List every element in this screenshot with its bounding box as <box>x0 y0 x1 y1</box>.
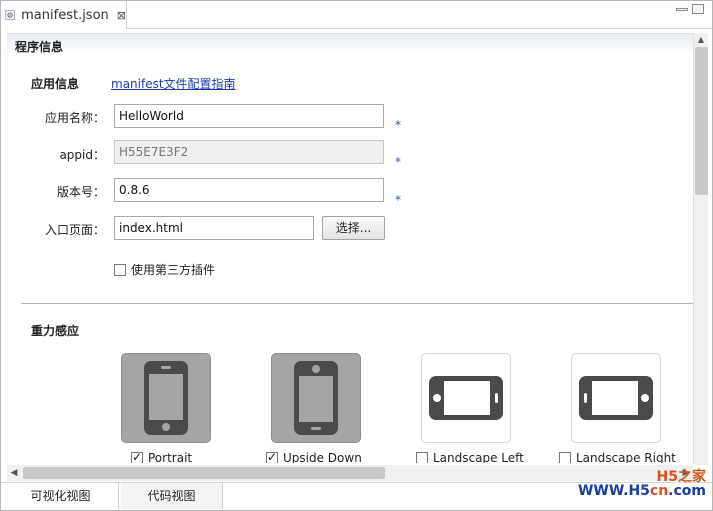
landscape-right-option[interactable]: Landscape Right <box>559 451 676 463</box>
upside-down-option[interactable]: Upside Down <box>266 450 362 463</box>
phone-landscape-left-icon <box>429 376 503 420</box>
plugin-checkbox-label: 使用第三方插件 <box>131 263 216 277</box>
manifest-file-tab[interactable]: manifest.json ⊠ <box>1 1 127 29</box>
watermark-title: H5之家 <box>656 469 706 485</box>
third-party-plugin-option[interactable]: 使用第三方插件 <box>114 261 215 278</box>
section-divider <box>21 303 693 304</box>
form-content: 程序信息 应用信息 manifest文件配置指南 应用名称： HelloWorl… <box>7 33 693 463</box>
watermark-url-cn: cn <box>649 483 669 499</box>
site-watermark: H5之家 WWW.H5cn.com <box>578 470 706 498</box>
upside-down-checkbox[interactable] <box>266 450 278 463</box>
portrait-label: Portrait <box>148 451 193 463</box>
horizontal-scroll-thumb[interactable] <box>23 467 385 479</box>
required-mark: * <box>395 193 401 207</box>
version-label: 版本号： <box>56 185 105 199</box>
landscape-right-label: Landscape Right <box>576 451 676 463</box>
scroll-left-icon[interactable]: ◀ <box>7 465 21 481</box>
landscape-left-checkbox[interactable] <box>416 452 428 463</box>
choose-file-button[interactable]: 选择... <box>322 216 385 240</box>
appid-label: appid： <box>59 148 105 162</box>
version-input[interactable]: 0.8.6 <box>114 178 384 202</box>
appid-input: H55E7E3F2 <box>114 140 384 164</box>
editor-tab-strip: manifest.json ⊠ <box>1 1 712 29</box>
portrait-checkbox[interactable] <box>131 450 143 463</box>
watermark-url-prefix: WWW.H5 <box>577 483 650 499</box>
app-info-label: 应用信息 <box>31 77 80 91</box>
window-controls <box>676 4 704 14</box>
tab-code-view[interactable]: 代码视图 <box>121 483 223 509</box>
portrait-tile[interactable] <box>121 353 211 443</box>
app-name-input[interactable]: HelloWorld <box>114 104 384 128</box>
landscape-left-label: Landscape Left <box>433 451 524 463</box>
tab-visual-view[interactable]: 可视化视图 <box>3 483 119 509</box>
file-tab-label: manifest.json <box>21 7 109 23</box>
required-mark: * <box>395 118 401 132</box>
landscape-right-checkbox[interactable] <box>559 452 571 463</box>
required-mark: * <box>395 155 401 169</box>
minimize-button[interactable] <box>676 8 688 11</box>
manifest-guide-link[interactable]: manifest文件配置指南 <box>111 75 236 92</box>
section-title: 程序信息 <box>7 33 693 55</box>
landscape-left-tile[interactable] <box>421 353 511 443</box>
gear-file-icon <box>5 10 15 20</box>
scroll-up-icon[interactable]: ▲ <box>694 33 708 47</box>
manifest-editor: manifest.json ⊠ 程序信息 应用信息 manifest文件配置指南… <box>0 0 713 511</box>
close-tab-icon[interactable]: ⊠ <box>117 9 126 22</box>
watermark-url-suffix: .com <box>668 483 706 499</box>
landscape-right-tile[interactable] <box>571 353 661 443</box>
landscape-left-option[interactable]: Landscape Left <box>416 451 524 463</box>
plugin-checkbox[interactable] <box>114 263 126 276</box>
vertical-scroll-thumb[interactable] <box>695 47 708 195</box>
phone-portrait-icon <box>144 361 188 435</box>
app-name-label: 应用名称： <box>44 111 105 125</box>
maximize-button[interactable] <box>692 4 704 14</box>
portrait-option[interactable]: Portrait <box>131 450 193 463</box>
gravity-label: 重力感应 <box>31 324 80 338</box>
entry-page-input[interactable]: index.html <box>114 216 314 240</box>
entry-page-label: 入口页面： <box>44 223 105 237</box>
phone-landscape-right-icon <box>579 376 653 420</box>
upside-down-tile[interactable] <box>271 353 361 443</box>
phone-upside-down-icon <box>294 361 338 435</box>
upside-down-label: Upside Down <box>283 451 362 463</box>
vertical-scrollbar[interactable]: ▲ <box>693 33 708 465</box>
